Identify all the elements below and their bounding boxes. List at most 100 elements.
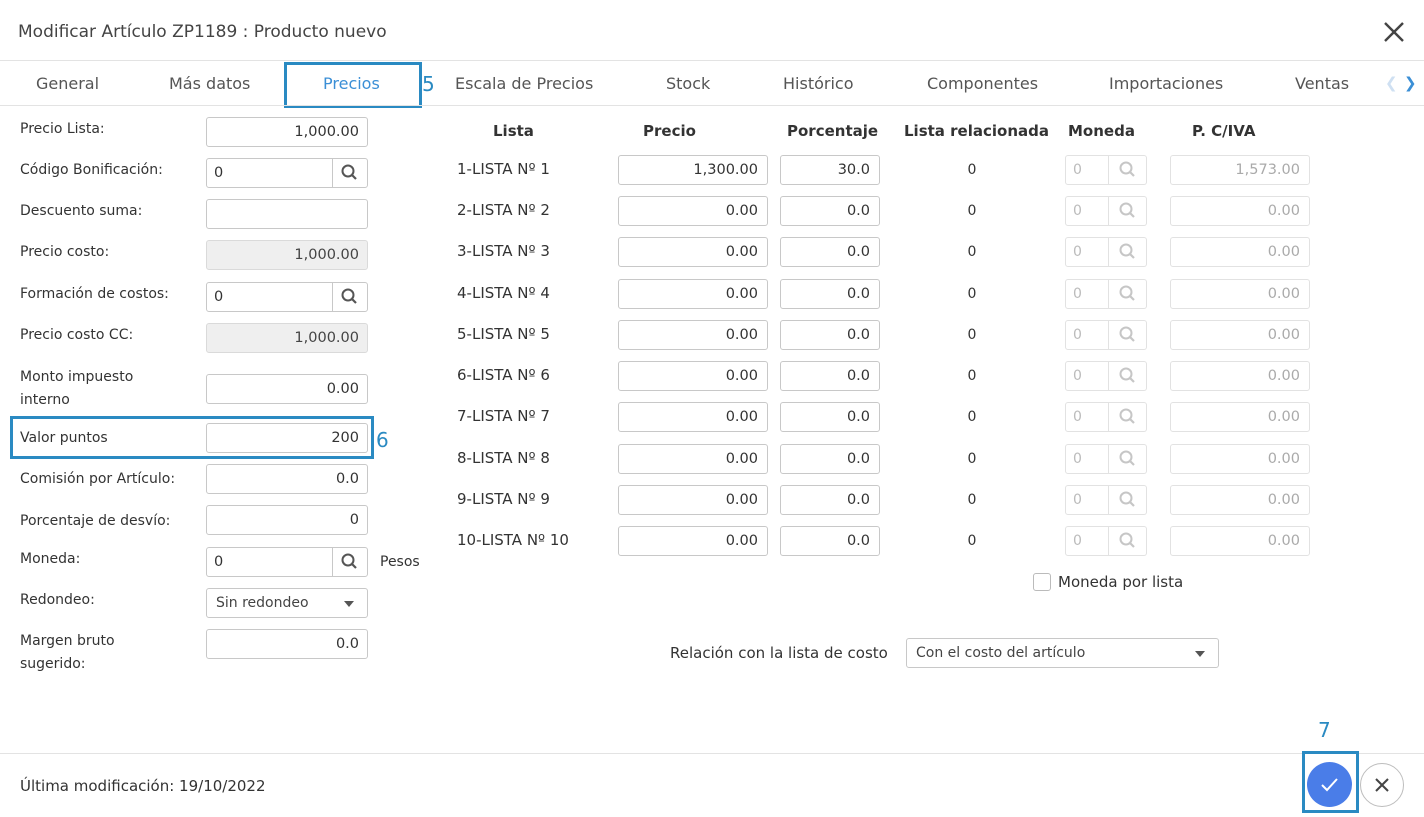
price-row-precio-input[interactable]: 0.00: [618, 237, 768, 267]
redondeo-select[interactable]: Sin redondeo: [206, 588, 368, 618]
moneda-por-lista-label: Moneda por lista: [1058, 573, 1184, 591]
tab-importaciones[interactable]: Importaciones: [1109, 74, 1223, 93]
dialog-title: Modificar Artículo ZP1189 : Producto nue…: [18, 22, 387, 42]
precio-costo-input: 1,000.00: [206, 240, 368, 270]
tab-mas-datos[interactable]: Más datos: [169, 74, 250, 93]
tab-historico[interactable]: Histórico: [783, 74, 853, 93]
descuento-suma-label: Descuento suma:: [20, 203, 143, 219]
price-row-moneda-input: 0: [1065, 444, 1109, 474]
price-row-name: 5-LISTA Nº 5: [457, 325, 550, 343]
last-modified-text: Última modificación: 19/10/2022: [20, 777, 266, 795]
col-header-precio: Precio: [643, 122, 696, 140]
price-row-moneda-input: 0: [1065, 320, 1109, 350]
tab-componentes[interactable]: Componentes: [927, 74, 1038, 93]
col-header-porcentaje: Porcentaje: [787, 122, 879, 140]
formacion-costos-label: Formación de costos:: [20, 286, 169, 302]
codigo-bonificacion-label: Código Bonificación:: [20, 162, 163, 178]
porcentaje-desvio-input[interactable]: 0: [206, 505, 368, 535]
monto-impuesto-input[interactable]: 0.00: [206, 374, 368, 404]
price-row-relacionada: 0: [967, 368, 977, 384]
caret-down-icon: [1195, 651, 1205, 657]
price-row-relacionada: 0: [967, 203, 977, 219]
price-row-pciva: 0.00: [1170, 320, 1310, 350]
tab-ventas[interactable]: Ventas: [1295, 74, 1349, 93]
precio-lista-input[interactable]: 1,000.00: [206, 117, 368, 147]
tab-stock[interactable]: Stock: [666, 74, 710, 93]
codigo-bonificacion-search-button[interactable]: [332, 158, 368, 188]
search-icon: [1119, 532, 1135, 548]
codigo-bonificacion-input[interactable]: 0: [206, 158, 333, 188]
price-row-name: 7-LISTA Nº 7: [457, 407, 550, 425]
price-row-moneda-input: 0: [1065, 402, 1109, 432]
precio-costo-cc-input: 1,000.00: [206, 323, 368, 353]
price-row-moneda-input: 0: [1065, 526, 1109, 556]
price-row-relacionada: 0: [967, 162, 977, 178]
price-row-precio-input[interactable]: 1,300.00: [618, 155, 768, 185]
caret-down-icon: [344, 601, 354, 607]
porcentaje-desvio-label: Porcentaje de desvío:: [20, 513, 171, 529]
formacion-costos-input[interactable]: 0: [206, 282, 333, 312]
relacion-lista-costo-value: Con el costo del artículo: [916, 645, 1086, 661]
price-row-porcentaje-input[interactable]: 0.0: [780, 402, 880, 432]
search-icon: [1119, 450, 1135, 466]
price-row-moneda-search-button: [1109, 237, 1147, 267]
price-row-pciva: 0.00: [1170, 444, 1310, 474]
cancel-button[interactable]: [1360, 763, 1404, 807]
comision-label: Comisión por Artículo:: [20, 471, 176, 487]
price-row-precio-input[interactable]: 0.00: [618, 402, 768, 432]
price-row-porcentaje-input[interactable]: 0.0: [780, 361, 880, 391]
price-row-relacionada: 0: [967, 533, 977, 549]
annotation-7: 7: [1318, 718, 1331, 742]
price-row-precio-input[interactable]: 0.00: [618, 485, 768, 515]
margen-label-1: Margen bruto: [20, 633, 115, 649]
margen-input[interactable]: 0.0: [206, 629, 368, 659]
price-row-porcentaje-input[interactable]: 0.0: [780, 237, 880, 267]
relacion-lista-costo-select[interactable]: Con el costo del artículo: [906, 638, 1219, 668]
close-icon: [1384, 22, 1404, 42]
price-row-porcentaje-input[interactable]: 0.0: [780, 320, 880, 350]
price-row-pciva: 0.00: [1170, 196, 1310, 226]
search-icon: [1119, 367, 1135, 383]
price-row-precio-input[interactable]: 0.00: [618, 526, 768, 556]
price-row-porcentaje-input[interactable]: 0.0: [780, 279, 880, 309]
price-row-precio-input[interactable]: 0.00: [618, 444, 768, 474]
price-row-porcentaje-input[interactable]: 30.0: [780, 155, 880, 185]
price-row-moneda-input: 0: [1065, 485, 1109, 515]
tab-highlight-box: [284, 62, 422, 108]
close-dialog-button[interactable]: [1380, 18, 1408, 46]
annotation-5: 5: [422, 72, 435, 96]
price-row-moneda-search-button: [1109, 485, 1147, 515]
precio-costo-label: Precio costo:: [20, 244, 110, 260]
price-row-pciva: 0.00: [1170, 402, 1310, 432]
price-row-precio-input[interactable]: 0.00: [618, 361, 768, 391]
confirm-button[interactable]: [1307, 762, 1352, 807]
precio-costo-cc-label: Precio costo CC:: [20, 327, 134, 343]
moneda-search-button[interactable]: [332, 547, 368, 577]
price-row-pciva: 0.00: [1170, 526, 1310, 556]
price-row-porcentaje-input[interactable]: 0.0: [780, 485, 880, 515]
moneda-input[interactable]: 0: [206, 547, 333, 577]
moneda-por-lista-checkbox[interactable]: [1033, 573, 1051, 591]
price-row-name: 10-LISTA Nº 10: [457, 531, 569, 549]
tab-general[interactable]: General: [36, 74, 99, 93]
price-row-porcentaje-input[interactable]: 0.0: [780, 196, 880, 226]
price-row-precio-input[interactable]: 0.00: [618, 196, 768, 226]
price-row-moneda-input: 0: [1065, 237, 1109, 267]
price-row-pciva: 1,573.00: [1170, 155, 1310, 185]
redondeo-select-value: Sin redondeo: [216, 595, 309, 611]
price-row-moneda-search-button: [1109, 402, 1147, 432]
price-row-precio-input[interactable]: 0.00: [618, 320, 768, 350]
price-row-pciva: 0.00: [1170, 361, 1310, 391]
search-icon: [341, 164, 357, 180]
comision-input[interactable]: 0.0: [206, 464, 368, 494]
search-icon: [341, 553, 357, 569]
tab-escala-precios[interactable]: Escala de Precios: [455, 74, 593, 93]
tab-scroll-left-icon[interactable]: ❮: [1385, 74, 1398, 92]
tab-scroll-right-icon[interactable]: ❯: [1404, 74, 1417, 92]
price-row-porcentaje-input[interactable]: 0.0: [780, 526, 880, 556]
price-row-porcentaje-input[interactable]: 0.0: [780, 444, 880, 474]
price-row-name: 8-LISTA Nº 8: [457, 449, 550, 467]
price-row-precio-input[interactable]: 0.00: [618, 279, 768, 309]
descuento-suma-input[interactable]: [206, 199, 368, 229]
formacion-costos-search-button[interactable]: [332, 282, 368, 312]
